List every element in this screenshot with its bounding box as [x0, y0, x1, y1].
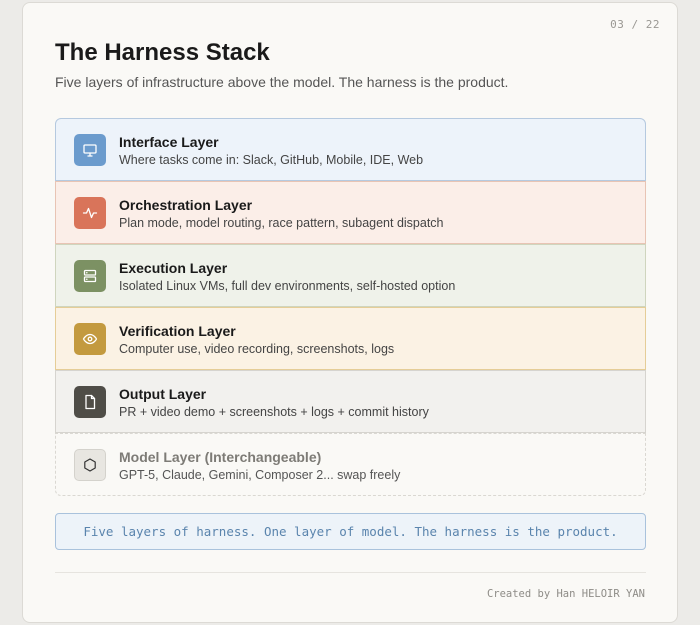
- layer-verification: Verification Layer Computer use, video r…: [55, 307, 646, 370]
- divider: [55, 572, 646, 573]
- layer-description: PR + video demo + screenshots + logs + c…: [119, 405, 429, 419]
- layer-name: Execution Layer: [119, 260, 228, 276]
- layer-name: Orchestration Layer: [119, 197, 253, 213]
- page-number: 03 / 22: [610, 18, 660, 31]
- layer-name: Interface Layer: [119, 134, 219, 150]
- server-icon: [74, 260, 106, 292]
- credit: Created by Han HELOIR YAN: [486, 588, 645, 600]
- slide-card: 03 / 22 The Harness Stack Five layers of…: [22, 2, 678, 623]
- layer-orchestration: Orchestration Layer Plan mode, model rou…: [55, 181, 646, 244]
- slide-subtitle: Five layers of infrastructure above the …: [55, 74, 509, 90]
- pulse-icon: [74, 197, 106, 229]
- layer-output: Output Layer PR + video demo + screensho…: [55, 370, 646, 433]
- monitor-icon: [74, 134, 106, 166]
- layer-execution: Execution Layer Isolated Linux VMs, full…: [55, 244, 646, 307]
- file-icon: [74, 386, 106, 418]
- slide-title: The Harness Stack: [55, 39, 270, 66]
- hexagon-icon: [74, 449, 106, 481]
- harness-stack: Interface Layer Where tasks come in: Sla…: [55, 118, 646, 496]
- layer-name: Verification Layer: [119, 323, 236, 339]
- layer-description: Isolated Linux VMs, full dev environment…: [119, 279, 456, 293]
- layer-description: Computer use, video recording, screensho…: [119, 342, 395, 356]
- layer-name: Output Layer: [119, 386, 207, 402]
- layer-description: Plan mode, model routing, race pattern, …: [119, 216, 444, 230]
- layer-model: Model Layer (Interchangeable) GPT-5, Cla…: [55, 433, 646, 496]
- layer-description: Where tasks come in: Slack, GitHub, Mobi…: [119, 153, 424, 167]
- layer-interface: Interface Layer Where tasks come in: Sla…: [55, 118, 646, 181]
- layer-name: Model Layer (Interchangeable): [119, 449, 322, 465]
- summary-banner: Five layers of harness. One layer of mod…: [55, 513, 646, 550]
- eye-icon: [74, 323, 106, 355]
- layer-description: GPT-5, Claude, Gemini, Composer 2... swa…: [119, 468, 401, 482]
